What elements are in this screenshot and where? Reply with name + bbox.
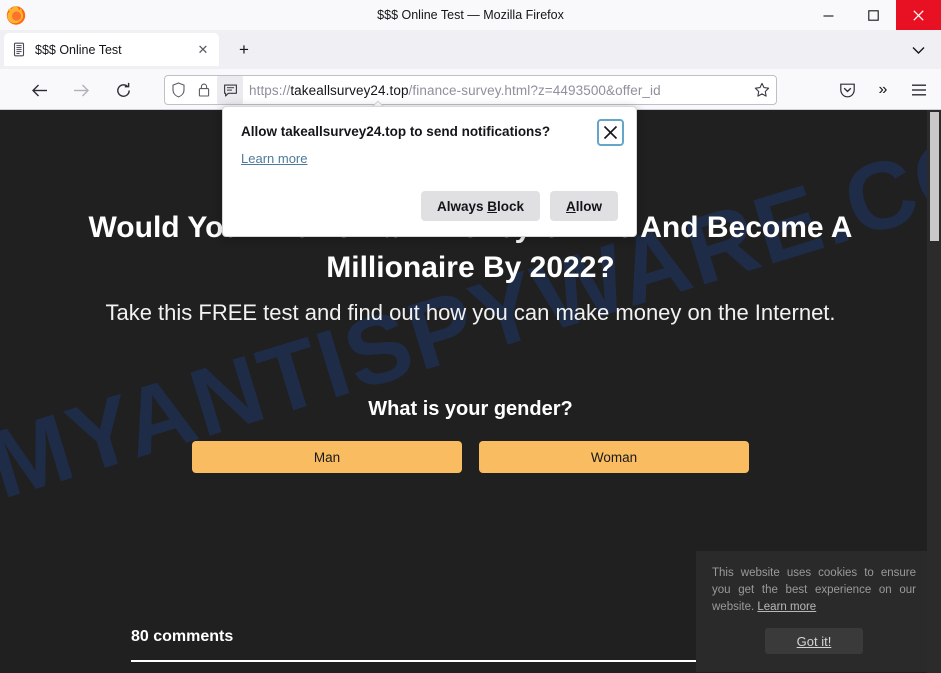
navigation-toolbar: https://takeallsurvey24.top/finance-surv…	[0, 69, 941, 110]
comments-count: 80 comments	[131, 628, 234, 645]
tab-close-icon[interactable]: ✕	[194, 41, 212, 59]
tab-strip: $$$ Online Test ✕ +	[0, 30, 941, 69]
overflow-menu-icon[interactable]: »	[865, 76, 901, 104]
browser-window: $$$ Online Test — Mozilla Firefox $$$ On…	[0, 0, 941, 673]
cookie-consent-text: This website uses cookies to ensure you …	[712, 565, 916, 616]
always-block-button[interactable]: Always Block	[420, 191, 540, 221]
new-tab-button[interactable]: +	[231, 38, 257, 62]
permission-panel-close-icon[interactable]	[597, 119, 624, 146]
title-bar: $$$ Online Test — Mozilla Firefox	[0, 0, 941, 30]
always-block-label-post: lock	[496, 198, 524, 214]
notification-permission-icon[interactable]	[217, 76, 243, 104]
url-host: takeallsurvey24.top	[290, 82, 409, 98]
permission-panel-actions: Always Block Allow	[420, 191, 618, 221]
browser-tab[interactable]: $$$ Online Test ✕	[4, 33, 219, 66]
padlock-icon[interactable]	[191, 76, 217, 104]
always-block-accesskey: B	[487, 198, 497, 214]
maximize-button[interactable]	[851, 0, 896, 30]
answer-button-woman[interactable]: Woman	[479, 441, 749, 473]
survey-answers: Man Woman	[192, 441, 749, 473]
minimize-button[interactable]	[806, 0, 851, 30]
app-menu-icon[interactable]	[901, 76, 937, 104]
reload-button[interactable]	[110, 77, 136, 103]
tab-title: $$$ Online Test	[35, 42, 122, 57]
url-path: /finance-survey.html?z=4493500&offer_id	[408, 82, 661, 98]
back-button[interactable]	[26, 77, 52, 103]
allow-label-post: llow	[575, 198, 602, 214]
notification-permission-panel: Allow takeallsurvey24.top to send notifi…	[222, 106, 637, 237]
window-title: $$$ Online Test — Mozilla Firefox	[377, 8, 564, 22]
survey-question: What is your gender?	[368, 398, 573, 420]
cookie-consent-banner: This website uses cookies to ensure you …	[696, 551, 932, 672]
bookmark-star-icon[interactable]	[748, 82, 776, 98]
allow-button[interactable]: Allow	[550, 191, 618, 221]
permission-panel-title: Allow takeallsurvey24.top to send notifi…	[241, 124, 551, 139]
page-favicon-icon	[11, 42, 27, 58]
url-text[interactable]: https://takeallsurvey24.top/finance-surv…	[243, 83, 748, 98]
pocket-save-icon[interactable]	[829, 76, 865, 104]
shield-icon[interactable]	[165, 76, 191, 104]
close-window-button[interactable]	[896, 0, 941, 30]
vertical-scrollbar-thumb[interactable]	[930, 112, 939, 241]
forward-button[interactable]	[68, 77, 94, 103]
toolbar-right-actions: »	[829, 76, 937, 104]
allow-accesskey: A	[566, 198, 576, 214]
cookie-accept-button[interactable]: Got it!	[765, 628, 863, 654]
always-block-label-pre: Always	[436, 198, 488, 214]
window-controls	[806, 0, 941, 30]
cookie-learn-more-link[interactable]: Learn more	[757, 601, 816, 613]
address-bar[interactable]: https://takeallsurvey24.top/finance-surv…	[164, 75, 777, 105]
permission-learn-more-link[interactable]: Learn more	[241, 151, 307, 166]
answer-button-man[interactable]: Man	[192, 441, 462, 473]
list-all-tabs-chevron-down-icon[interactable]	[905, 39, 931, 61]
page-subheadline: Take this FREE test and find out how you…	[105, 300, 836, 325]
